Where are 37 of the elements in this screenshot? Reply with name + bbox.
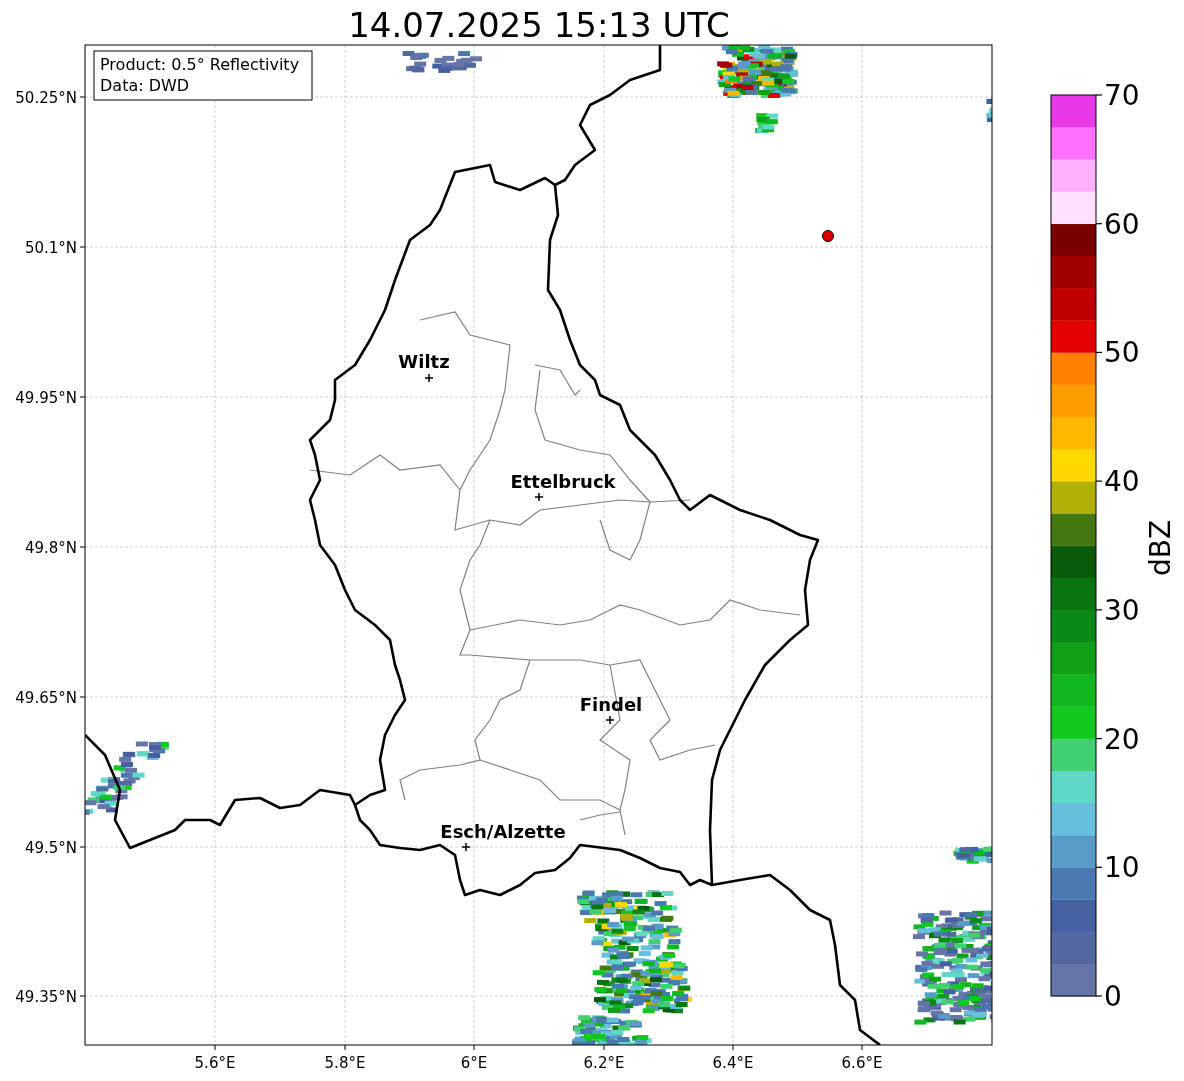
tick-label: 49.35°N: [15, 988, 77, 1006]
chart-title: 14.07.2025 15:13 UTC: [348, 5, 730, 45]
colorbar-tick-label: 30: [1104, 593, 1140, 627]
city-label: Ettelbruck: [510, 471, 616, 492]
city-label: Esch/Alzette: [440, 821, 566, 842]
tick-label: 6.2°E: [583, 1054, 625, 1072]
city-marker: [605, 715, 615, 725]
tick-label: 6.6°E: [841, 1054, 883, 1072]
radar-site-marker: [822, 230, 834, 242]
colorbar-tick-label: 70: [1104, 79, 1140, 112]
tick-label: 6.4°E: [712, 1054, 754, 1072]
tick-label: 5.8°E: [324, 1054, 366, 1072]
colorbar-tick-label: 40: [1104, 465, 1140, 499]
radar-echo: [755, 113, 779, 133]
info-text: Data: DWD: [100, 76, 190, 95]
city-label: Findel: [579, 694, 643, 715]
tick-label: 49.65°N: [15, 689, 77, 707]
radar-echo: [953, 846, 992, 864]
city-label: Wiltz: [398, 351, 450, 372]
tick-label: 49.8°N: [24, 539, 77, 557]
colorbar-label: dBZ: [1144, 519, 1177, 577]
city-marker: [424, 373, 434, 383]
radar-echo: [986, 98, 992, 122]
tick-label: 49.95°N: [15, 389, 77, 407]
tick-label: 6°E: [460, 1054, 488, 1072]
info-text: Product: 0.5° Reflectivity: [100, 55, 300, 74]
city-marker: [461, 842, 471, 852]
colorbar-tick-label: 20: [1104, 722, 1140, 756]
colorbar-tick-label: 50: [1104, 336, 1140, 370]
tick-label: 50.1°N: [24, 239, 77, 257]
colorbar-tick-label: 0: [1104, 980, 1122, 1013]
tick-label: 5.6°E: [194, 1054, 236, 1072]
colorbar-tick-label: 10: [1104, 851, 1140, 885]
colorbar-tick-label: 60: [1104, 207, 1140, 241]
city-marker: [534, 492, 544, 502]
tick-label: 49.5°N: [24, 839, 77, 857]
tick-label: 50.25°N: [15, 89, 77, 107]
